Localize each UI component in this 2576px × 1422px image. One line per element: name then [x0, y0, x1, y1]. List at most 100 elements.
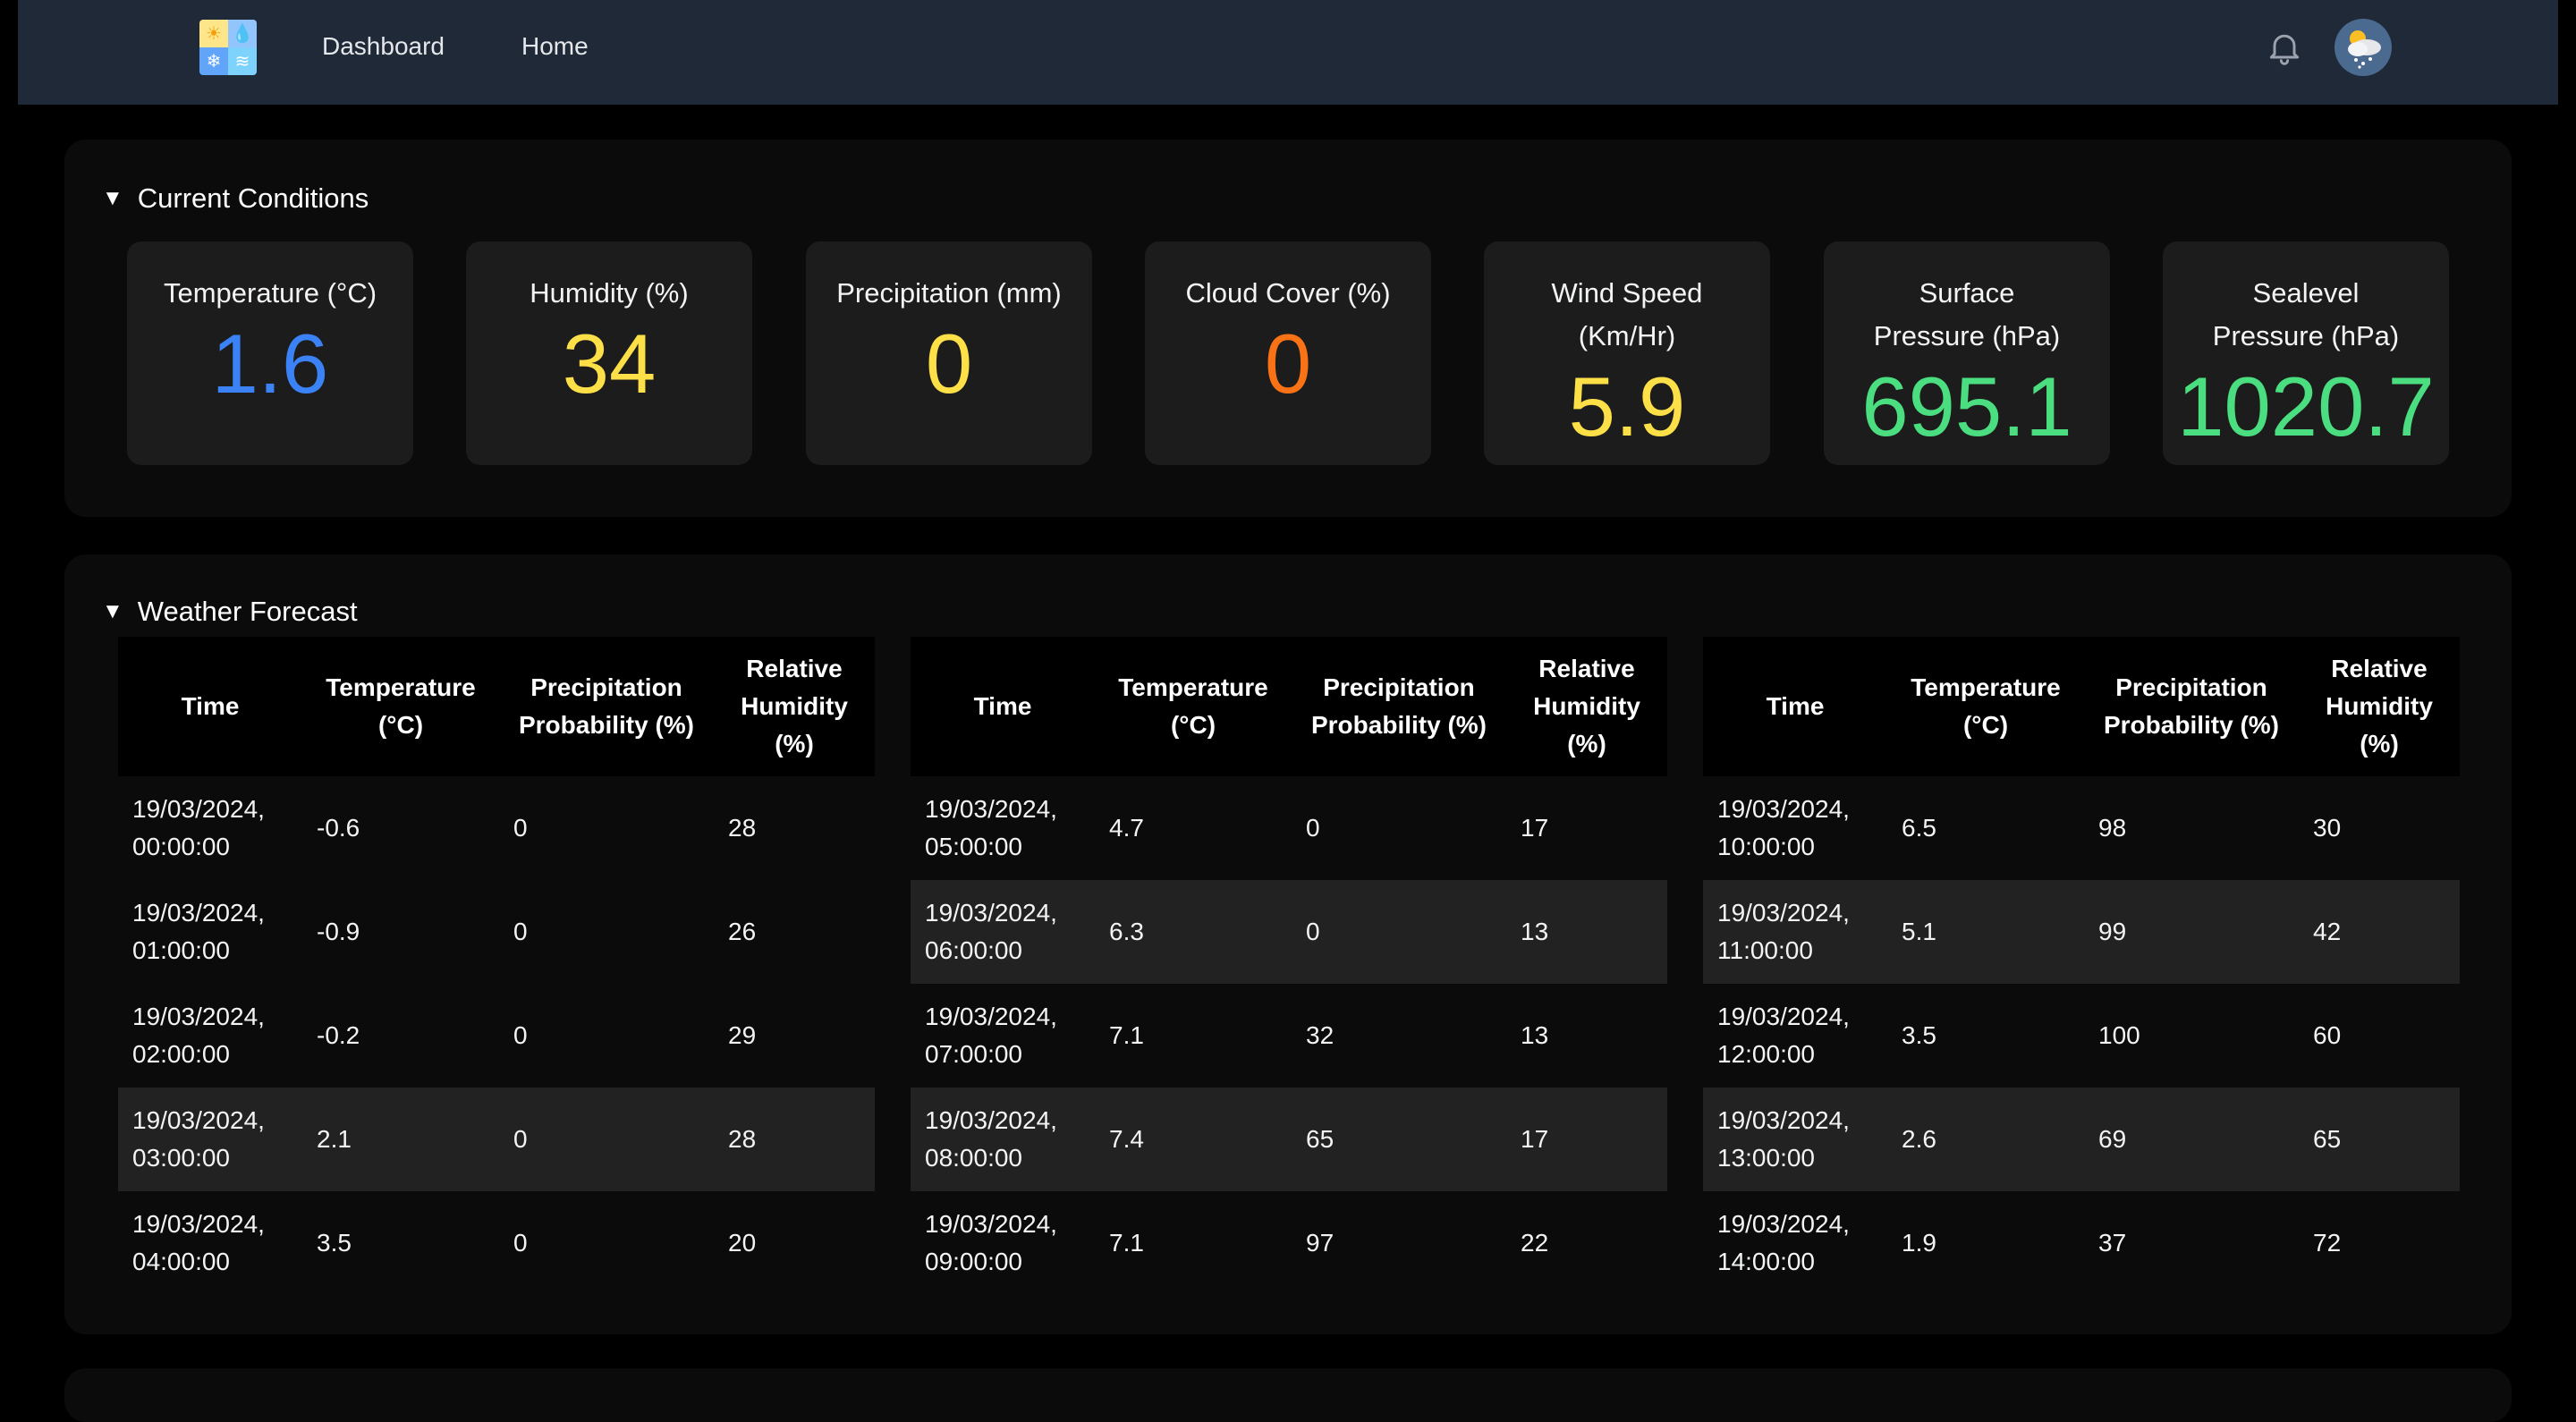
wind-speed-card: Wind Speed (Km/Hr) 5.9	[1484, 241, 1770, 465]
table-cell: 1.9	[1887, 1191, 2084, 1295]
table-cell: 19/03/2024, 05:00:00	[911, 776, 1095, 880]
weather-avatar-icon	[2348, 30, 2381, 69]
table-cell: 19/03/2024, 03:00:00	[118, 1088, 302, 1191]
precipitation-card: Precipitation (mm) 0	[806, 241, 1092, 465]
table-cell: 30	[2299, 776, 2460, 880]
table-row: 19/03/2024, 04:00:00 3.5 0 20	[118, 1191, 875, 1295]
table-cell: 13	[1506, 880, 1667, 984]
weather-forecast-title: Weather Forecast	[137, 596, 358, 627]
table-cell: 60	[2299, 984, 2460, 1088]
table-cell: 19/03/2024, 02:00:00	[118, 984, 302, 1088]
cloud-cover-label: Cloud Cover (%)	[1185, 277, 1391, 309]
table-cell: 17	[1506, 1088, 1667, 1191]
nav-link-home[interactable]: Home	[521, 32, 589, 61]
table-cell: 22	[1506, 1191, 1667, 1295]
table-cell: 26	[714, 880, 875, 984]
cloud-cover-value: 0	[1264, 317, 1312, 411]
humidity-card: Humidity (%) 34	[466, 241, 752, 465]
table-cell: 2.1	[302, 1088, 499, 1191]
temperature-card: Temperature (°C) 1.6	[127, 241, 413, 465]
table-cell: 97	[1292, 1191, 1506, 1295]
table-cell: 19/03/2024, 07:00:00	[911, 984, 1095, 1088]
table-cell: 6.5	[1887, 776, 2084, 880]
user-avatar[interactable]	[2334, 19, 2392, 76]
table-row: 19/03/2024, 05:00:00 4.7 0 17	[911, 776, 1667, 880]
table-cell: 20	[714, 1191, 875, 1295]
column-header: Time	[118, 637, 302, 776]
top-navbar: ☀ 💧 ❄ ≋ Dashboard Home	[18, 0, 2558, 105]
table-header-row: Time Temperature (°C) Precipitation Probab…	[118, 637, 875, 776]
table-row: 19/03/2024, 14:00:00 1.9 37 72	[1703, 1191, 2460, 1295]
column-header: Relative Humidity (%)	[2299, 637, 2460, 776]
table-cell: 28	[714, 1088, 875, 1191]
forecast-table: Time Temperature (°C) Precipitation Probab…	[1703, 637, 2460, 1295]
table-row: 19/03/2024, 10:00:00 6.5 98 30	[1703, 776, 2460, 880]
wind-speed-value: 5.9	[1568, 360, 1686, 453]
table-cell: 19/03/2024, 12:00:00	[1703, 984, 1887, 1088]
table-cell: 0	[1292, 776, 1506, 880]
disclosure-triangle-icon: ▼	[102, 186, 123, 210]
table-cell: 19/03/2024, 08:00:00	[911, 1088, 1095, 1191]
forecast-table: Time Temperature (°C) Precipitation Probab…	[118, 637, 875, 1295]
table-cell: 0	[499, 1088, 714, 1191]
table-cell: 7.1	[1095, 984, 1292, 1088]
sealevel-pressure-label: Sealevel Pressure (hPa)	[2212, 277, 2400, 351]
table-row: 19/03/2024, 11:00:00 5.1 99 42	[1703, 880, 2460, 984]
table-cell: 4.7	[1095, 776, 1292, 880]
table-cell: 6.3	[1095, 880, 1292, 984]
table-cell: 0	[499, 880, 714, 984]
column-header: Precipitation Probability (%)	[1292, 637, 1506, 776]
table-row: 19/03/2024, 07:00:00 7.1 32 13	[911, 984, 1667, 1088]
current-conditions-title: Current Conditions	[137, 182, 369, 214]
table-row: 19/03/2024, 03:00:00 2.1 0 28	[118, 1088, 875, 1191]
table-cell: -0.2	[302, 984, 499, 1088]
column-header: Temperature (°C)	[1095, 637, 1292, 776]
weather-logo-icon[interactable]: ☀ 💧 ❄ ≋	[199, 20, 257, 75]
table-header-row: Time Temperature (°C) Precipitation Probab…	[911, 637, 1667, 776]
table-cell: 0	[499, 776, 714, 880]
wind-speed-label: Wind Speed (Km/Hr)	[1551, 277, 1703, 351]
table-cell: -0.6	[302, 776, 499, 880]
surface-pressure-label: Surface Pressure (hPa)	[1873, 277, 2061, 351]
nav-link-dashboard[interactable]: Dashboard	[322, 32, 445, 61]
table-cell: 3.5	[1887, 984, 2084, 1088]
table-row: 19/03/2024, 01:00:00 -0.9 0 26	[118, 880, 875, 984]
current-conditions-toggle[interactable]: ▼ Current Conditions	[102, 182, 369, 215]
humidity-label: Humidity (%)	[530, 277, 689, 309]
table-row: 19/03/2024, 08:00:00 7.4 65 17	[911, 1088, 1667, 1191]
table-cell: 0	[499, 1191, 714, 1295]
table-cell: 65	[1292, 1088, 1506, 1191]
table-cell: 17	[1506, 776, 1667, 880]
precipitation-label: Precipitation (mm)	[836, 277, 1062, 309]
weather-forecast-toggle[interactable]: ▼ Weather Forecast	[102, 596, 358, 628]
table-row: 19/03/2024, 09:00:00 7.1 97 22	[911, 1191, 1667, 1295]
current-conditions-panel: ▼ Current Conditions Temperature (°C) 1.6…	[64, 140, 2512, 517]
table-cell: 2.6	[1887, 1088, 2084, 1191]
table-row: 19/03/2024, 00:00:00 -0.6 0 28	[118, 776, 875, 880]
table-row: 19/03/2024, 12:00:00 3.5 100 60	[1703, 984, 2460, 1088]
table-cell: 13	[1506, 984, 1667, 1088]
table-row: 19/03/2024, 02:00:00 -0.2 0 29	[118, 984, 875, 1088]
table-cell: 7.4	[1095, 1088, 1292, 1191]
table-cell: 0	[499, 984, 714, 1088]
sealevel-pressure-value: 1020.7	[2177, 360, 2435, 453]
table-cell: 19/03/2024, 04:00:00	[118, 1191, 302, 1295]
surface-pressure-value: 695.1	[1861, 360, 2072, 453]
next-panel	[64, 1368, 2512, 1422]
table-cell: 19/03/2024, 09:00:00	[911, 1191, 1095, 1295]
column-header: Precipitation Probability (%)	[2084, 637, 2299, 776]
table-cell: 98	[2084, 776, 2299, 880]
table-cell: 19/03/2024, 11:00:00	[1703, 880, 1887, 984]
table-cell: 72	[2299, 1191, 2460, 1295]
forecast-table: Time Temperature (°C) Precipitation Probab…	[911, 637, 1667, 1295]
column-header: Temperature (°C)	[1887, 637, 2084, 776]
sealevel-pressure-card: Sealevel Pressure (hPa) 1020.7	[2163, 241, 2449, 465]
column-header: Precipitation Probability (%)	[499, 637, 714, 776]
cloud-cover-card: Cloud Cover (%) 0	[1145, 241, 1431, 465]
table-cell: 19/03/2024, 00:00:00	[118, 776, 302, 880]
table-cell: 19/03/2024, 10:00:00	[1703, 776, 1887, 880]
column-header: Time	[911, 637, 1095, 776]
surface-pressure-card: Surface Pressure (hPa) 695.1	[1824, 241, 2110, 465]
table-cell: 37	[2084, 1191, 2299, 1295]
notification-bell-icon[interactable]	[2265, 27, 2304, 68]
